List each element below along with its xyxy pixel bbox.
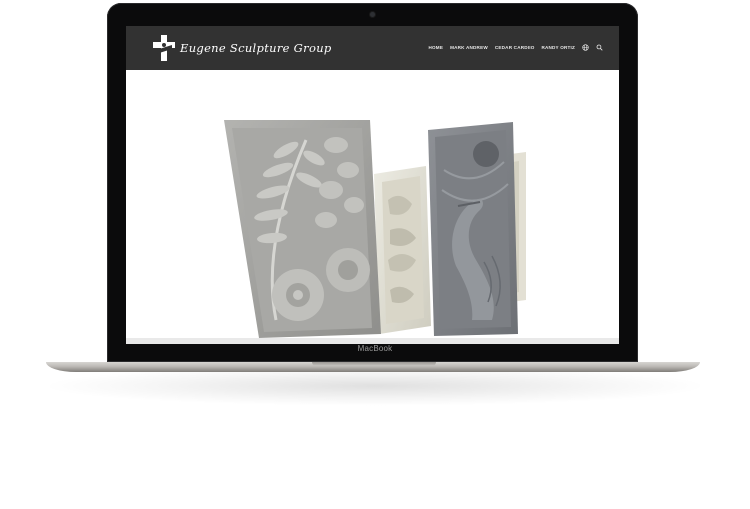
globe-icon[interactable] <box>582 44 589 51</box>
hero-image <box>126 70 619 338</box>
logo-cross-icon <box>153 35 175 61</box>
heron-relief <box>428 122 518 336</box>
laptop-screen: Eugene Sculpture Group HOME MARK ANDREW … <box>126 26 619 344</box>
nav-item-mark-andrew[interactable]: MARK ANDREW <box>450 45 488 50</box>
laptop-lid: Eugene Sculpture Group HOME MARK ANDREW … <box>107 3 638 362</box>
nav-item-cedar-cardiio[interactable]: CEDAR CARDIIO <box>495 45 535 50</box>
laptop-shadow <box>40 366 710 406</box>
small-floral-relief <box>374 166 431 334</box>
site-header: Eugene Sculpture Group HOME MARK ANDREW … <box>126 26 619 70</box>
sculpture-photo <box>224 120 526 338</box>
laptop-base-notch <box>312 362 436 366</box>
macbook-brand-label: MacBook <box>357 344 393 353</box>
search-icon[interactable] <box>596 44 603 51</box>
main-navigation: HOME MARK ANDREW CEDAR CARDIIO RANDY ORT… <box>422 44 603 51</box>
logo-text: Eugene Sculpture Group <box>180 41 332 55</box>
camera-icon <box>370 12 375 17</box>
nav-item-randy-ortiz[interactable]: RANDY ORTIZ <box>541 45 575 50</box>
nav-item-home[interactable]: HOME <box>429 45 444 50</box>
fern-and-flower-relief <box>224 120 381 338</box>
site-logo[interactable]: Eugene Sculpture Group <box>152 35 332 61</box>
